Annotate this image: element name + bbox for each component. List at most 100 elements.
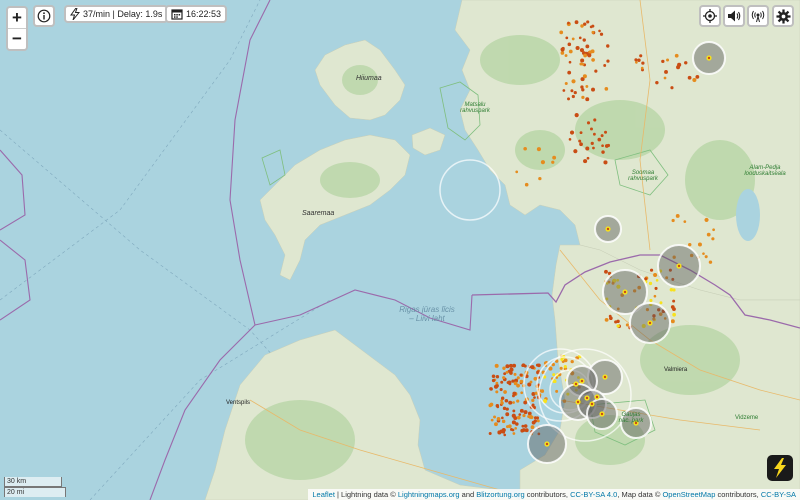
leaflet-link[interactable]: Leaflet (312, 490, 335, 499)
strike-dot (695, 74, 700, 79)
attrib-text-3: , Map data © (617, 490, 663, 499)
strike-dot (573, 90, 577, 95)
strike-dot (586, 156, 590, 160)
strike-dot (706, 232, 711, 237)
strike-dot (604, 269, 608, 274)
strike-dot (578, 36, 582, 40)
strike-dot (496, 405, 500, 409)
map-canvas[interactable] (0, 0, 800, 500)
strike-dot (495, 375, 500, 379)
strike-dot (493, 415, 497, 419)
strike-dot (523, 146, 527, 151)
strike-dot (600, 412, 604, 416)
strike-dot (499, 387, 503, 392)
settings-button[interactable] (772, 5, 794, 27)
zoom-control: + − (6, 6, 28, 51)
gear-icon (775, 8, 791, 24)
strike-dot (511, 428, 515, 432)
strike-dot (564, 81, 568, 85)
strike-dot (511, 379, 515, 383)
strike-dot (655, 80, 659, 85)
strike-dot (512, 401, 515, 404)
strike-dot (503, 433, 507, 437)
zoom-out-button[interactable]: − (8, 28, 26, 49)
strike-dot (533, 416, 537, 420)
time-display[interactable]: 16:22:53 (165, 5, 228, 23)
strike-dot (540, 160, 546, 165)
license-link-2[interactable]: CC-BY-SA (761, 490, 796, 499)
strike-dot (496, 417, 501, 421)
strike-dot (604, 87, 609, 91)
locate-button[interactable] (699, 5, 721, 27)
info-button[interactable] (33, 5, 55, 27)
strike-dot (581, 62, 585, 66)
strike-dot (606, 143, 611, 148)
strike-dot (603, 64, 607, 67)
license-link-1[interactable]: CC-BY-SA 4.0 (570, 490, 617, 499)
strike-dot (559, 366, 563, 370)
strike-dot (512, 432, 516, 435)
strike-dot (604, 317, 609, 322)
strike-dot (513, 372, 517, 376)
strike-dot (502, 366, 506, 370)
strike-dot (655, 279, 659, 282)
strike-dot (520, 428, 524, 433)
strike-dot (585, 85, 589, 88)
sound-button[interactable] (723, 5, 745, 27)
strike-dot (536, 147, 541, 152)
strike-dot (707, 56, 711, 60)
strike-dot (586, 121, 591, 125)
strike-dot (675, 214, 680, 218)
strike-dot (552, 155, 557, 160)
strike-dot (659, 301, 663, 305)
strike-dot (503, 390, 507, 394)
strike-dot (663, 76, 667, 80)
blitzortung-link[interactable]: Blitzortung.org (476, 490, 524, 499)
label-gauja: Gaujas nac. park (618, 412, 644, 424)
strike-dot (488, 431, 492, 435)
lightningmaps-logo[interactable] (767, 455, 793, 481)
strike-dot (531, 398, 535, 402)
label-vidzeme: Vidzeme (735, 415, 759, 421)
lightningmaps-link[interactable]: Lightningmaps.org (398, 490, 460, 499)
strike-dot (670, 86, 674, 90)
strike-dot (581, 95, 585, 99)
strike-rate-display[interactable]: 37/min | Delay: 1.9s (64, 5, 169, 23)
strike-dot (540, 389, 545, 393)
osm-link[interactable]: OpenStreetMap (662, 490, 715, 499)
strike-dot (616, 324, 620, 328)
strike-dot (672, 312, 676, 317)
zoom-in-button[interactable]: + (8, 8, 26, 28)
strike-dot (580, 58, 585, 63)
strike-dot (569, 130, 575, 135)
time-text: 16:22:53 (186, 9, 222, 19)
strike-dot (567, 70, 572, 75)
strike-dot (592, 132, 596, 136)
strike-dot (579, 131, 583, 135)
strike-dot (521, 424, 525, 428)
strike-dot (589, 25, 593, 29)
strike-dot (564, 54, 568, 57)
strike-dot (641, 61, 645, 65)
strike-dot (674, 53, 679, 58)
strike-dot (495, 383, 499, 388)
strike-dot (520, 391, 524, 395)
strike-dot (664, 70, 668, 74)
strike-dot (637, 58, 641, 62)
strike-dot (555, 389, 559, 393)
strike-dot (579, 48, 585, 53)
strike-dot (567, 42, 572, 47)
strike-dot (676, 65, 681, 70)
strike-dot (708, 260, 713, 264)
strike-dot (562, 89, 566, 92)
strike-dot (516, 399, 520, 403)
scale-mi: 20 mi (4, 487, 66, 497)
live-button[interactable] (747, 5, 769, 27)
strike-dot (573, 149, 578, 154)
strike-dot (581, 88, 585, 92)
strike-dot (502, 406, 507, 411)
strike-dot (551, 160, 555, 164)
strike-dot (712, 228, 715, 232)
label-alam-pedja: Alam-Pedja looduskaitseala (744, 165, 786, 177)
strike-dot (704, 217, 709, 223)
